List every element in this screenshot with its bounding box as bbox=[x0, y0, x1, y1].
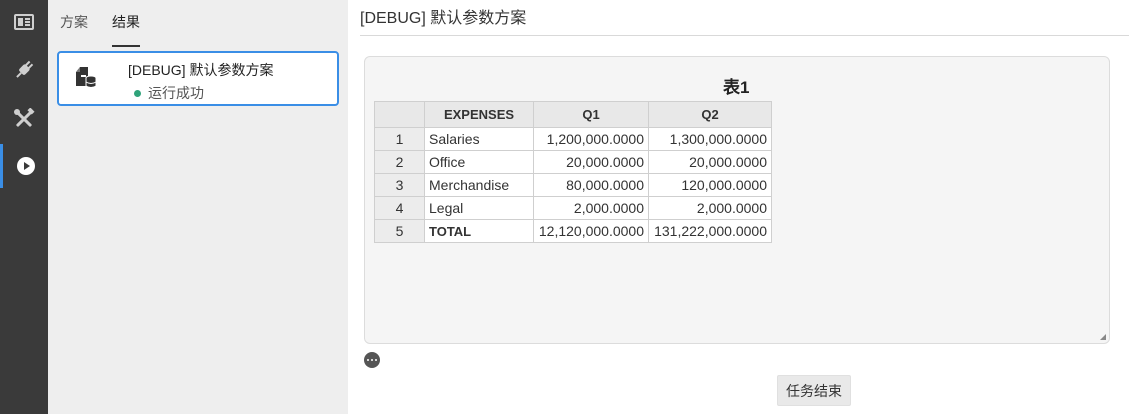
row-q1: 20,000.0000 bbox=[533, 150, 649, 174]
status-dot-success bbox=[134, 89, 141, 97]
row-q2: 20,000.0000 bbox=[648, 150, 772, 174]
tab-results[interactable]: 结果 bbox=[112, 12, 140, 32]
table-row-total: 5 TOTAL 12,120,000.0000 131,222,000.0000 bbox=[374, 219, 772, 243]
tab-scheme[interactable]: 方案 bbox=[60, 12, 88, 32]
row-index: 3 bbox=[374, 173, 425, 197]
table-row: 4 Legal 2,000.0000 2,000.0000 bbox=[374, 196, 772, 220]
row-q2: 2,000.0000 bbox=[648, 196, 772, 220]
row-q2: 120,000.0000 bbox=[648, 173, 772, 197]
row-q2: 1,300,000.0000 bbox=[648, 127, 772, 151]
row-index: 1 bbox=[374, 127, 425, 151]
header-expenses: EXPENSES bbox=[424, 101, 534, 128]
row-q1: 2,000.0000 bbox=[533, 196, 649, 220]
row-q1: 1,200,000.0000 bbox=[533, 127, 649, 151]
play-circle-icon bbox=[16, 157, 35, 175]
table-row: 1 Salaries 1,200,000.0000 1,300,000.0000 bbox=[374, 127, 772, 151]
table-row: 2 Office 20,000.0000 20,000.0000 bbox=[374, 150, 772, 174]
side-panel: 方案 结果 [DEBUG] 默认参数方案 运行成功 bbox=[48, 0, 348, 414]
run-result-card[interactable]: [DEBUG] 默认参数方案 运行成功 bbox=[57, 51, 339, 106]
resize-grip-icon[interactable] bbox=[1100, 334, 1106, 340]
row-name: TOTAL bbox=[424, 219, 534, 243]
row-q1: 12,120,000.0000 bbox=[533, 219, 649, 243]
run-status-label: 运行成功 bbox=[148, 85, 204, 101]
panel-layout-icon bbox=[14, 14, 34, 30]
table-caption: 表1 bbox=[723, 78, 750, 97]
expenses-table: EXPENSES Q1 Q2 1 Salaries 1,200,000.0000… bbox=[374, 101, 772, 243]
table-header-row: EXPENSES Q1 Q2 bbox=[374, 101, 772, 128]
page-title: [DEBUG] 默认参数方案 bbox=[360, 10, 527, 27]
header-q2: Q2 bbox=[648, 101, 772, 128]
row-name: Merchandise bbox=[424, 173, 534, 197]
run-status: 运行成功 bbox=[134, 84, 204, 102]
header-q1: Q1 bbox=[533, 101, 649, 128]
result-output-box[interactable]: 表1 EXPENSES Q1 Q2 1 Salaries 1,200,000.0… bbox=[364, 56, 1110, 344]
rail-item-run[interactable] bbox=[0, 144, 48, 188]
rail-item-plugin[interactable] bbox=[0, 48, 48, 92]
row-q2: 131,222,000.0000 bbox=[648, 219, 772, 243]
row-index: 2 bbox=[374, 150, 425, 174]
table-row: 3 Merchandise 80,000.0000 120,000.0000 bbox=[374, 173, 772, 197]
row-q1: 80,000.0000 bbox=[533, 173, 649, 197]
row-name: Salaries bbox=[424, 127, 534, 151]
main-content: [DEBUG] 默认参数方案 表1 EXPENSES Q1 Q2 1 Salar… bbox=[348, 0, 1129, 414]
icon-rail bbox=[0, 0, 48, 414]
plug-icon bbox=[16, 60, 34, 78]
run-title: [DEBUG] 默认参数方案 bbox=[128, 62, 274, 78]
app-window: 方案 结果 [DEBUG] 默认参数方案 运行成功 [DEBUG] 默认参数方案 bbox=[0, 0, 1129, 414]
row-index: 5 bbox=[374, 219, 425, 243]
tools-icon bbox=[14, 108, 35, 127]
row-index: 4 bbox=[374, 196, 425, 220]
more-dots-icon[interactable] bbox=[364, 352, 380, 368]
document-database-icon bbox=[76, 67, 97, 88]
side-tabs: 方案 结果 bbox=[48, 0, 348, 48]
rail-item-layout[interactable] bbox=[0, 0, 48, 44]
row-name: Office bbox=[424, 150, 534, 174]
rail-item-tools[interactable] bbox=[0, 97, 48, 141]
end-task-button[interactable]: 任务结束 bbox=[777, 375, 851, 406]
header-index bbox=[374, 101, 425, 128]
title-divider bbox=[360, 35, 1129, 36]
active-tab-indicator bbox=[112, 45, 140, 47]
row-name: Legal bbox=[424, 196, 534, 220]
